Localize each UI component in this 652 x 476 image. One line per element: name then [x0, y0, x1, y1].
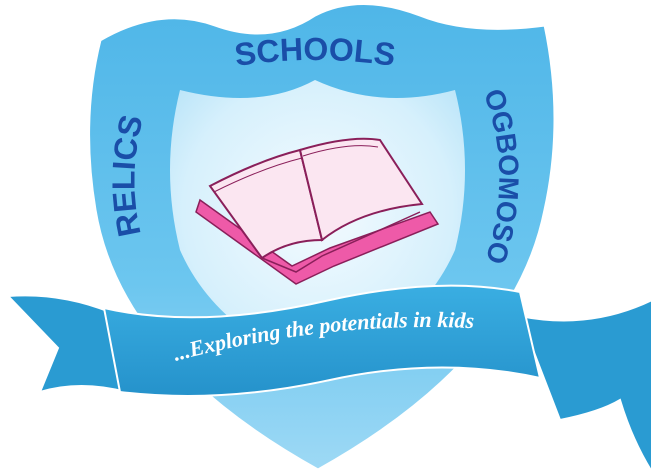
ribbon-tail-right [518, 298, 652, 474]
school-crest-logo: SCHOOLS RELICS OGBOMOSO ...Exploring the… [0, 0, 652, 476]
crest-text-top: SCHOOLS [232, 31, 397, 73]
crest-graphic: SCHOOLS RELICS OGBOMOSO ...Exploring the… [5, 2, 652, 474]
